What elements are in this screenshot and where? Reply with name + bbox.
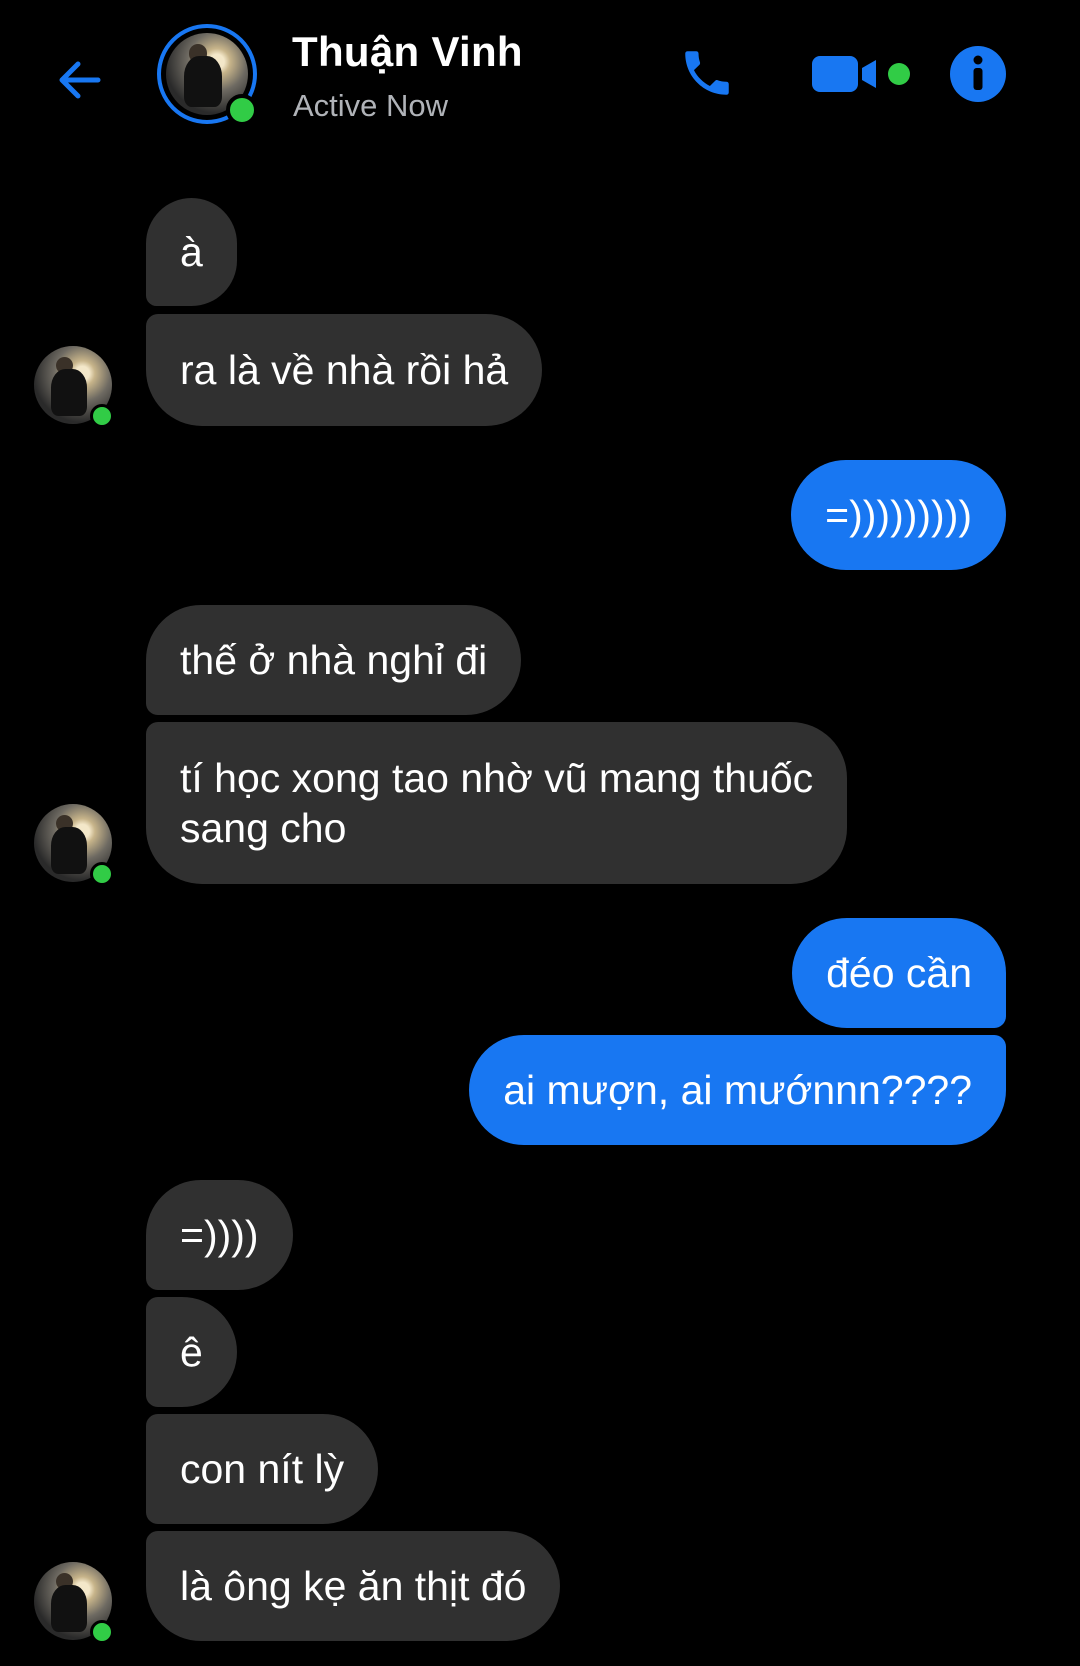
online-indicator xyxy=(90,404,114,428)
info-icon[interactable] xyxy=(948,44,1008,104)
chat-header: Thuận Vinh Active Now xyxy=(0,0,1080,170)
incoming-message[interactable]: con nít lỳ xyxy=(146,1414,379,1524)
incoming-message[interactable]: là ông kẹ ăn thịt đó xyxy=(146,1531,561,1641)
incoming-message[interactable]: tí học xong tao nhờ vũ mang thuốc sang c… xyxy=(146,722,848,884)
phone-icon[interactable] xyxy=(678,44,736,102)
message-line: sang cho xyxy=(180,805,347,851)
active-status: Active Now xyxy=(293,88,449,123)
contact-name[interactable]: Thuận Vinh xyxy=(292,28,523,76)
incoming-message[interactable]: ê xyxy=(146,1297,237,1407)
incoming-message[interactable]: ra là về nhà rồi hả xyxy=(146,314,543,426)
outgoing-message[interactable]: =))))))))) xyxy=(791,460,1006,570)
online-indicator xyxy=(90,1620,114,1644)
incoming-message[interactable]: thế ở nhà nghỉ đi xyxy=(146,605,522,715)
incoming-message[interactable]: =)))) xyxy=(146,1180,293,1290)
back-arrow-icon[interactable] xyxy=(52,52,108,108)
incoming-message[interactable]: à xyxy=(146,198,237,306)
message-line: tí học xong tao nhờ vũ mang thuốc xyxy=(180,755,814,801)
online-indicator xyxy=(90,862,114,886)
outgoing-message[interactable]: đéo cần xyxy=(792,918,1006,1028)
online-indicator xyxy=(226,94,258,126)
video-online-dot xyxy=(888,63,910,85)
outgoing-message[interactable]: ai mượn, ai mướnnn???? xyxy=(469,1035,1006,1145)
video-camera-icon[interactable] xyxy=(812,52,880,96)
